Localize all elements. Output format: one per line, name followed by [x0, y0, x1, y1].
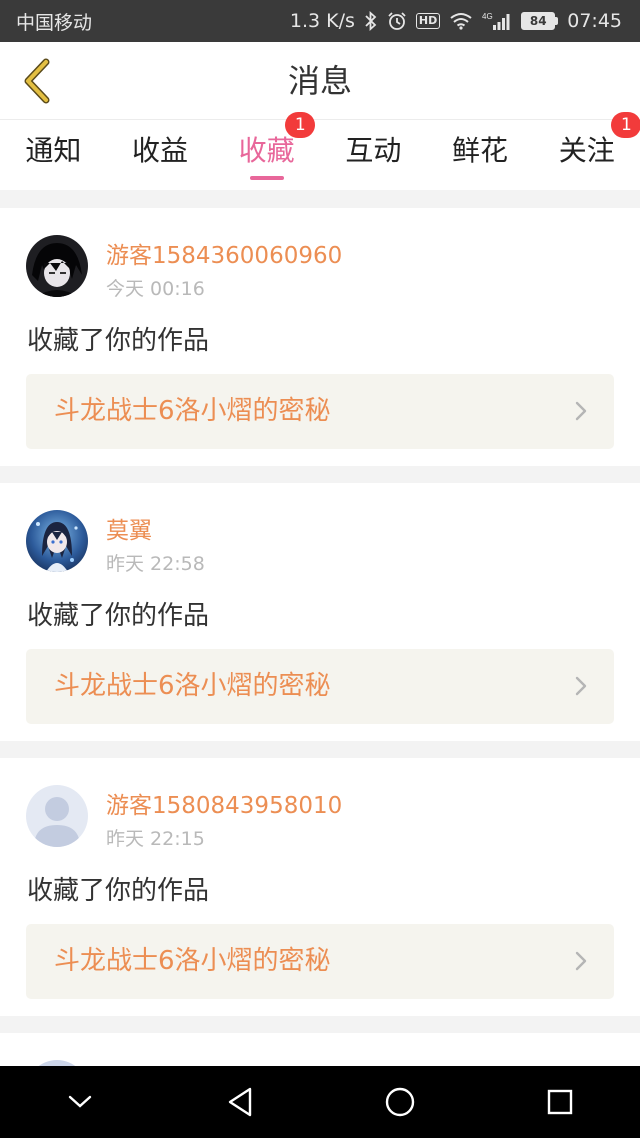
chevron-left-icon — [24, 58, 50, 104]
messages-screen: 中国移动 1.3 K/s HD 4G 84 07:45 消息 通知 收益 收藏 … — [0, 0, 640, 1138]
tab-label: 收藏 — [238, 134, 295, 167]
tab-favorites[interactable]: 收藏 1 — [213, 112, 320, 190]
unread-badge: 1 — [611, 112, 640, 138]
system-nav-bar — [0, 1066, 640, 1138]
status-indicators: 1.3 K/s HD 4G 84 07:45 — [290, 10, 622, 32]
tab-income[interactable]: 收益 — [107, 120, 214, 190]
work-title: 斗龙战士6洛小熠的密秘 — [54, 396, 331, 426]
recents-nav-button[interactable] — [528, 1070, 592, 1134]
network-type: 4G — [482, 12, 493, 21]
work-title: 斗龙战士6洛小熠的密秘 — [54, 671, 331, 701]
triangle-back-icon — [228, 1087, 252, 1117]
work-link[interactable]: 斗龙战士6洛小熠的密秘 — [26, 924, 614, 999]
status-bar: 中国移动 1.3 K/s HD 4G 84 07:45 — [0, 0, 640, 42]
page-title: 消息 — [287, 62, 352, 100]
bluetooth-icon — [364, 11, 378, 31]
message-item: 游客1584360060960 今天 00:16 收藏了你的作品 斗龙战士6洛小… — [0, 208, 640, 466]
message-list: 游客1584360060960 今天 00:16 收藏了你的作品 斗龙战士6洛小… — [0, 208, 640, 1122]
net-speed: 1.3 K/s — [289, 10, 355, 32]
circle-home-icon — [385, 1087, 415, 1117]
wifi-icon — [449, 12, 473, 30]
battery-level: 84 — [521, 12, 556, 30]
tab-flowers[interactable]: 鲜花 — [427, 120, 534, 190]
carrier-label: 中国移动 — [16, 11, 93, 34]
home-nav-button[interactable] — [368, 1070, 432, 1134]
action-text: 收藏了你的作品 — [27, 601, 210, 631]
signal-icon: 4G — [482, 11, 512, 31]
alarm-icon — [387, 11, 407, 31]
hd-icon: HD — [415, 13, 441, 29]
message-time: 昨天 22:15 — [106, 828, 205, 850]
back-button[interactable] — [14, 56, 60, 106]
tab-label: 通知 — [25, 134, 82, 167]
username[interactable]: 莫翼 — [106, 511, 152, 545]
message-time: 今天 00:16 — [106, 278, 205, 300]
message-item: 莫翼 昨天 22:58 收藏了你的作品 斗龙战士6洛小熠的密秘 — [0, 483, 640, 741]
message-tabs: 通知 收益 收藏 1 互动 鲜花 关注 1 — [0, 112, 640, 190]
username[interactable]: 游客1584360060960 — [106, 236, 342, 270]
tab-label: 互动 — [345, 134, 402, 167]
tab-label: 关注 — [558, 134, 615, 167]
avatar[interactable] — [26, 510, 88, 572]
work-link[interactable]: 斗龙战士6洛小熠的密秘 — [26, 374, 614, 449]
username[interactable]: 游客1580843958010 — [106, 786, 342, 820]
chevron-right-icon — [575, 401, 587, 421]
top-bar: 消息 — [0, 42, 640, 120]
chevron-right-icon — [575, 676, 587, 696]
action-text: 收藏了你的作品 — [27, 326, 210, 356]
tab-interaction[interactable]: 互动 — [320, 120, 427, 190]
avatar[interactable] — [26, 785, 88, 847]
work-link[interactable]: 斗龙战士6洛小熠的密秘 — [26, 649, 614, 724]
back-nav-button[interactable] — [208, 1070, 272, 1134]
message-time: 昨天 22:58 — [106, 553, 205, 575]
active-tab-indicator — [249, 176, 284, 180]
tab-label: 收益 — [132, 134, 189, 167]
clock: 07:45 — [567, 10, 622, 32]
work-title: 斗龙战士6洛小熠的密秘 — [54, 946, 331, 976]
chevron-right-icon — [575, 951, 587, 971]
chevron-down-icon — [68, 1095, 92, 1108]
unread-badge: 1 — [285, 112, 316, 138]
message-item: 游客1580843958010 昨天 22:15 收藏了你的作品 斗龙战士6洛小… — [0, 758, 640, 1016]
avatar[interactable] — [26, 235, 88, 297]
square-recents-icon — [547, 1089, 573, 1115]
battery-icon: 84 — [521, 12, 559, 30]
tab-label: 鲜花 — [452, 134, 509, 167]
hide-nav-button[interactable] — [48, 1070, 112, 1134]
action-text: 收藏了你的作品 — [27, 876, 210, 906]
tab-notice[interactable]: 通知 — [0, 120, 107, 190]
tab-follow[interactable]: 关注 1 — [533, 112, 640, 190]
